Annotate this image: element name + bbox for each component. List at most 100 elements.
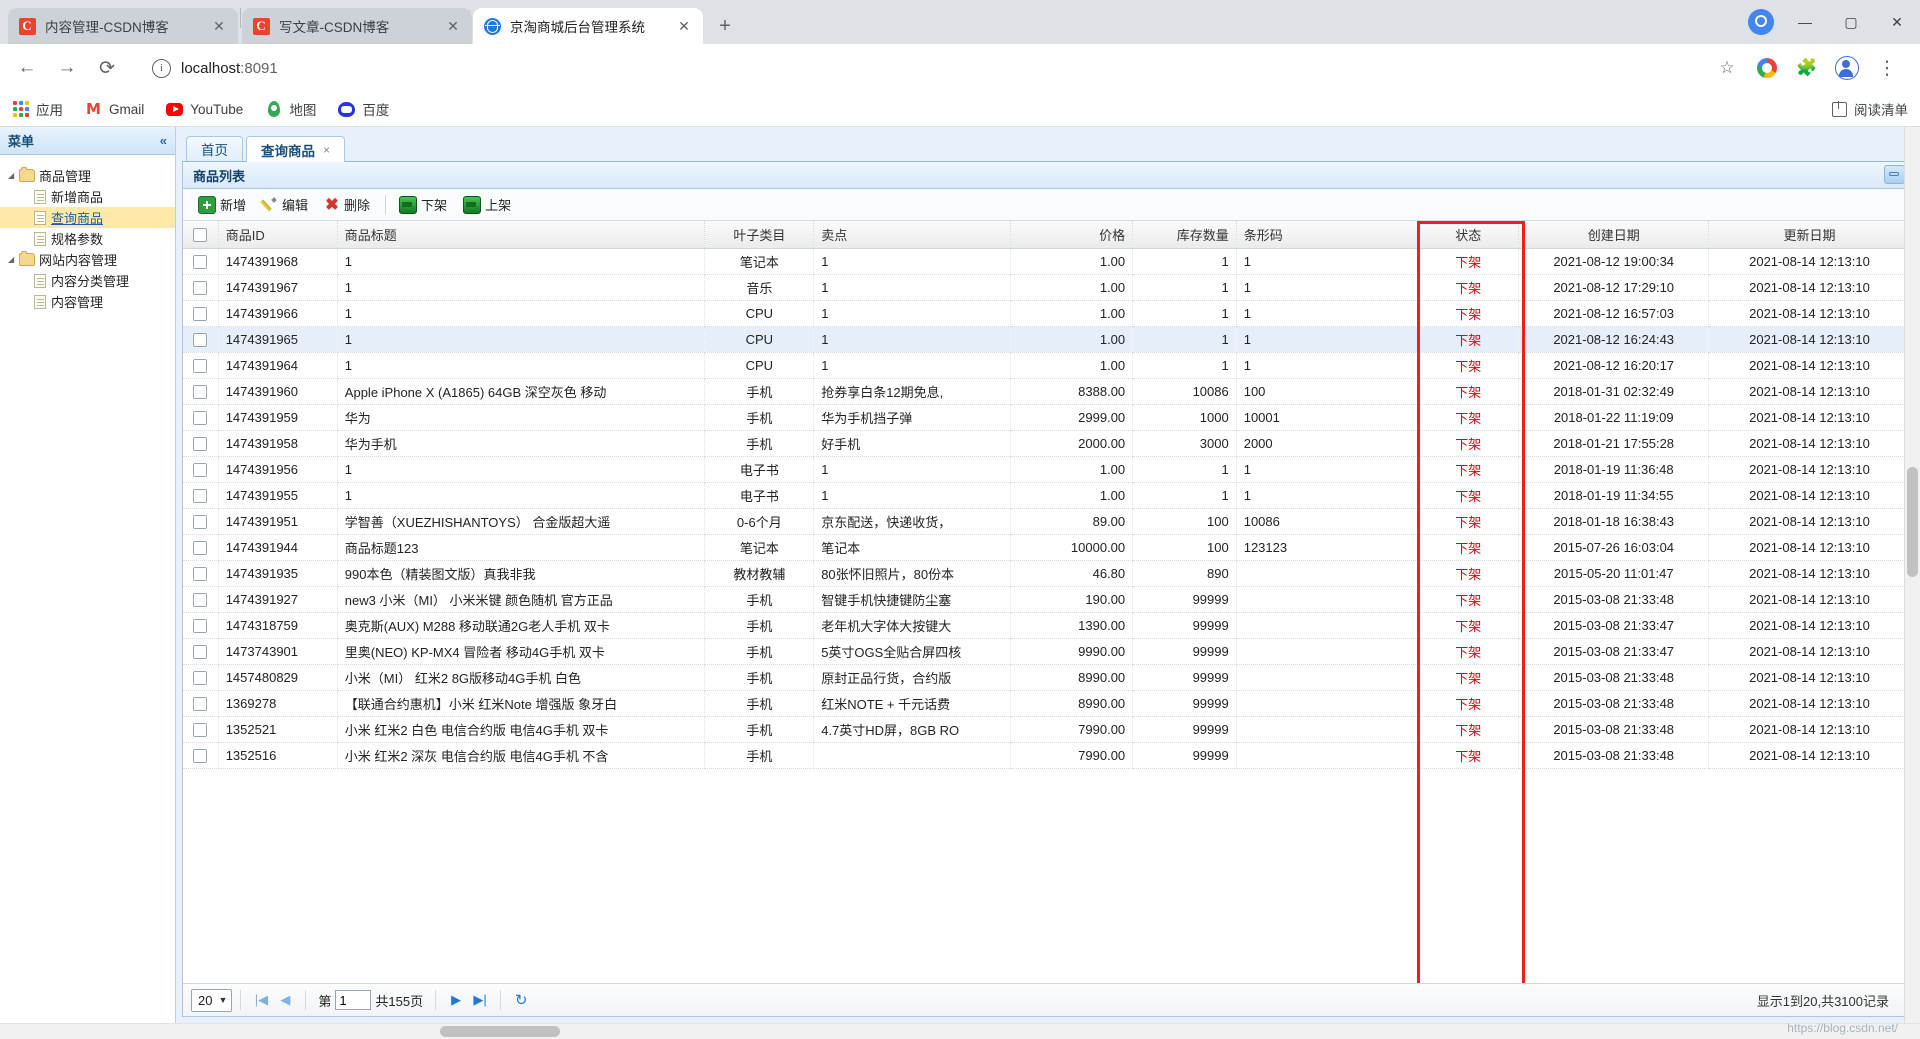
column-header-price[interactable]: 价格 — [1010, 221, 1134, 249]
add-button[interactable]: 新增 — [191, 193, 253, 217]
refresh-button[interactable]: ↻ — [509, 989, 533, 1011]
row-checkbox[interactable] — [193, 437, 208, 452]
last-page-button[interactable]: ▶| — [468, 989, 492, 1011]
close-icon[interactable]: ✕ — [675, 17, 693, 35]
table-row[interactable]: 1474391968 1 笔记本 1 1.00 1 1 下架 2021-08-12 19:00:… — [183, 248, 1911, 275]
chrome-menu-icon[interactable]: ⋮ — [1870, 51, 1904, 85]
column-header-category[interactable]: 叶子类目 — [704, 221, 815, 249]
table-row[interactable]: 1473743901 里奥(NEO) KP-MX4 冒险者 移动4G手机 双卡 手机… — [183, 638, 1911, 665]
collapse-icon[interactable]: « — [160, 133, 167, 148]
row-checkbox[interactable] — [193, 541, 208, 556]
table-row[interactable]: 1352516 小米 红米2 深灰 电信合约版 电信4G手机 不含 手机 7990.0… — [183, 742, 1911, 769]
reload-icon[interactable]: ⟳ — [90, 51, 124, 85]
table-row[interactable]: 1474391966 1 CPU 1 1.00 1 1 下架 2021-08-12 16:57:… — [183, 300, 1911, 327]
site-info-icon[interactable]: i — [152, 58, 171, 78]
sidebar-item-query-product[interactable]: 查询商品 — [0, 207, 175, 228]
page-number-input[interactable] — [335, 990, 372, 1010]
prev-page-button[interactable]: ◀ — [273, 989, 297, 1011]
table-row[interactable]: 1474391955 1 电子书 1 1.00 1 1 下架 2018-01-19 11:34:… — [183, 482, 1911, 509]
sidebar-group-product[interactable]: ◢ 商品管理 — [0, 165, 175, 186]
sidebar-item-add-product[interactable]: 新增商品 — [0, 186, 175, 207]
table-row[interactable]: 1474391958 华为手机 手机 好手机 2000.00 3000 2000 下架 2018… — [183, 430, 1911, 457]
row-checkbox[interactable] — [193, 619, 208, 634]
extensions-puzzle-icon[interactable]: 🧩 — [1790, 51, 1824, 85]
table-row[interactable]: 1474391959 华为 手机 华为手机挡子弹 2999.00 1000 10001 下架 2… — [183, 404, 1911, 431]
row-checkbox[interactable] — [193, 515, 208, 530]
edit-button[interactable]: 编辑 — [255, 193, 315, 217]
row-checkbox[interactable] — [193, 385, 208, 400]
bookmark-apps[interactable]: 应用 — [12, 99, 63, 119]
horizontal-scrollbar[interactable] — [0, 1023, 1920, 1039]
sidebar-item-content-category[interactable]: 内容分类管理 — [0, 270, 175, 291]
row-checkbox[interactable] — [193, 333, 208, 348]
reading-list-button[interactable]: 阅读清单 — [1832, 99, 1908, 119]
row-checkbox[interactable] — [193, 749, 208, 764]
onshelf-button[interactable]: 上架 — [456, 193, 518, 217]
column-header-sellpoint[interactable]: 卖点 — [813, 221, 1011, 249]
address-bar[interactable]: i localhost:8091 — [138, 52, 1702, 84]
new-tab-button[interactable]: + — [711, 12, 739, 40]
table-row[interactable]: 1457480829 小米（MI） 红米2 8G版移动4G手机 白色 手机 原封正品行… — [183, 664, 1911, 691]
page-scrollbar[interactable] — [1904, 127, 1920, 1023]
table-row[interactable]: 1474391935 990本色（精装图文版）真我非我 教材教辅 80张怀旧照片，80… — [183, 560, 1911, 587]
chrome-extension-icon[interactable] — [1750, 51, 1784, 85]
close-icon[interactable]: ✕ — [444, 17, 462, 35]
row-checkbox[interactable] — [193, 411, 208, 426]
column-header-created[interactable]: 创建日期 — [1518, 221, 1709, 249]
row-checkbox[interactable] — [193, 307, 208, 322]
next-page-button[interactable]: ▶ — [444, 989, 468, 1011]
browser-tab-2[interactable]: C 写文章-CSDN博客 ✕ — [242, 8, 472, 44]
column-header-title[interactable]: 商品标题 — [337, 221, 706, 249]
row-checkbox[interactable] — [193, 593, 208, 608]
bookmark-youtube[interactable]: YouTube — [166, 101, 243, 118]
table-row[interactable]: 1474391927 new3 小米（MI） 小米米键 颜色随机 官方正品 手机 智键… — [183, 586, 1911, 613]
scrollbar-thumb[interactable] — [1907, 467, 1918, 577]
row-checkbox[interactable] — [193, 723, 208, 738]
close-window-button[interactable]: ✕ — [1874, 0, 1920, 44]
row-checkbox[interactable] — [193, 281, 208, 296]
column-header-barcode[interactable]: 条形码 — [1236, 221, 1418, 249]
bookmark-baidu[interactable]: 百度 — [338, 99, 389, 119]
row-checkbox[interactable] — [193, 567, 208, 582]
chevron-down-icon[interactable]: ◢ — [8, 255, 19, 264]
table-row[interactable]: 1474391967 1 音乐 1 1.00 1 1 下架 2021-08-12 17:29:1… — [183, 274, 1911, 301]
first-page-button[interactable]: |◀ — [249, 989, 273, 1011]
profile-icon[interactable] — [1830, 51, 1864, 85]
panel-collapse-button[interactable] — [1884, 165, 1905, 184]
offshelf-button[interactable]: 下架 — [392, 193, 454, 217]
column-header-updated[interactable]: 更新日期 — [1708, 221, 1911, 249]
column-header-stock[interactable]: 库存数量 — [1132, 221, 1237, 249]
close-icon[interactable]: × — [323, 143, 330, 157]
column-header-id[interactable]: 商品ID — [218, 221, 338, 249]
row-checkbox[interactable] — [193, 671, 208, 686]
bookmark-maps[interactable]: 地图 — [265, 99, 316, 119]
page-size-select[interactable]: 20 ▼ — [191, 988, 233, 1012]
row-checkbox[interactable] — [193, 489, 208, 504]
profile-avatar-icon[interactable] — [1748, 9, 1774, 35]
bookmark-star-icon[interactable]: ☆ — [1710, 51, 1744, 85]
column-header-check[interactable] — [183, 221, 219, 249]
table-row[interactable]: 1474391944 商品标题123 笔记本 笔记本 10000.00 100 123123… — [183, 534, 1911, 561]
chevron-down-icon[interactable]: ◢ — [8, 171, 19, 180]
delete-button[interactable]: ✖ 删除 — [317, 193, 377, 217]
forward-icon[interactable]: → — [50, 51, 84, 85]
tab-query-product[interactable]: 查询商品 × — [246, 136, 346, 162]
hscrollbar-thumb[interactable] — [440, 1026, 560, 1037]
table-row[interactable]: 1474391965 1 CPU 1 1.00 1 1 下架 2021-08-12 16:24:… — [183, 326, 1911, 353]
table-row[interactable]: 1474391956 1 电子书 1 1.00 1 1 下架 2018-01-19 11:36:… — [183, 456, 1911, 483]
bookmark-gmail[interactable]: M Gmail — [85, 100, 144, 118]
table-row[interactable]: 1474391951 学智善（XUEZHISHANTOYS） 合金版超大遥 0-6个… — [183, 508, 1911, 535]
row-checkbox[interactable] — [193, 255, 208, 270]
browser-tab-3[interactable]: 京淘商城后台管理系统 ✕ — [473, 8, 703, 44]
row-checkbox[interactable] — [193, 697, 208, 712]
sidebar-item-spec-params[interactable]: 规格参数 — [0, 228, 175, 249]
table-row[interactable]: 1474318759 奥克斯(AUX) M288 移动联通2G老人手机 双卡 手机 老… — [183, 612, 1911, 639]
sidebar-group-content[interactable]: ◢ 网站内容管理 — [0, 249, 175, 270]
table-row[interactable]: 1369278 【联通合约惠机】小米 红米Note 增强版 象牙白 手机 红米NOTE… — [183, 690, 1911, 717]
select-all-checkbox[interactable] — [193, 228, 208, 243]
sidebar-item-content-manage[interactable]: 内容管理 — [0, 291, 175, 312]
row-checkbox[interactable] — [193, 645, 208, 660]
close-icon[interactable]: ✕ — [210, 17, 228, 35]
maximize-button[interactable]: ▢ — [1828, 0, 1874, 44]
tab-home[interactable]: 首页 — [186, 136, 243, 161]
